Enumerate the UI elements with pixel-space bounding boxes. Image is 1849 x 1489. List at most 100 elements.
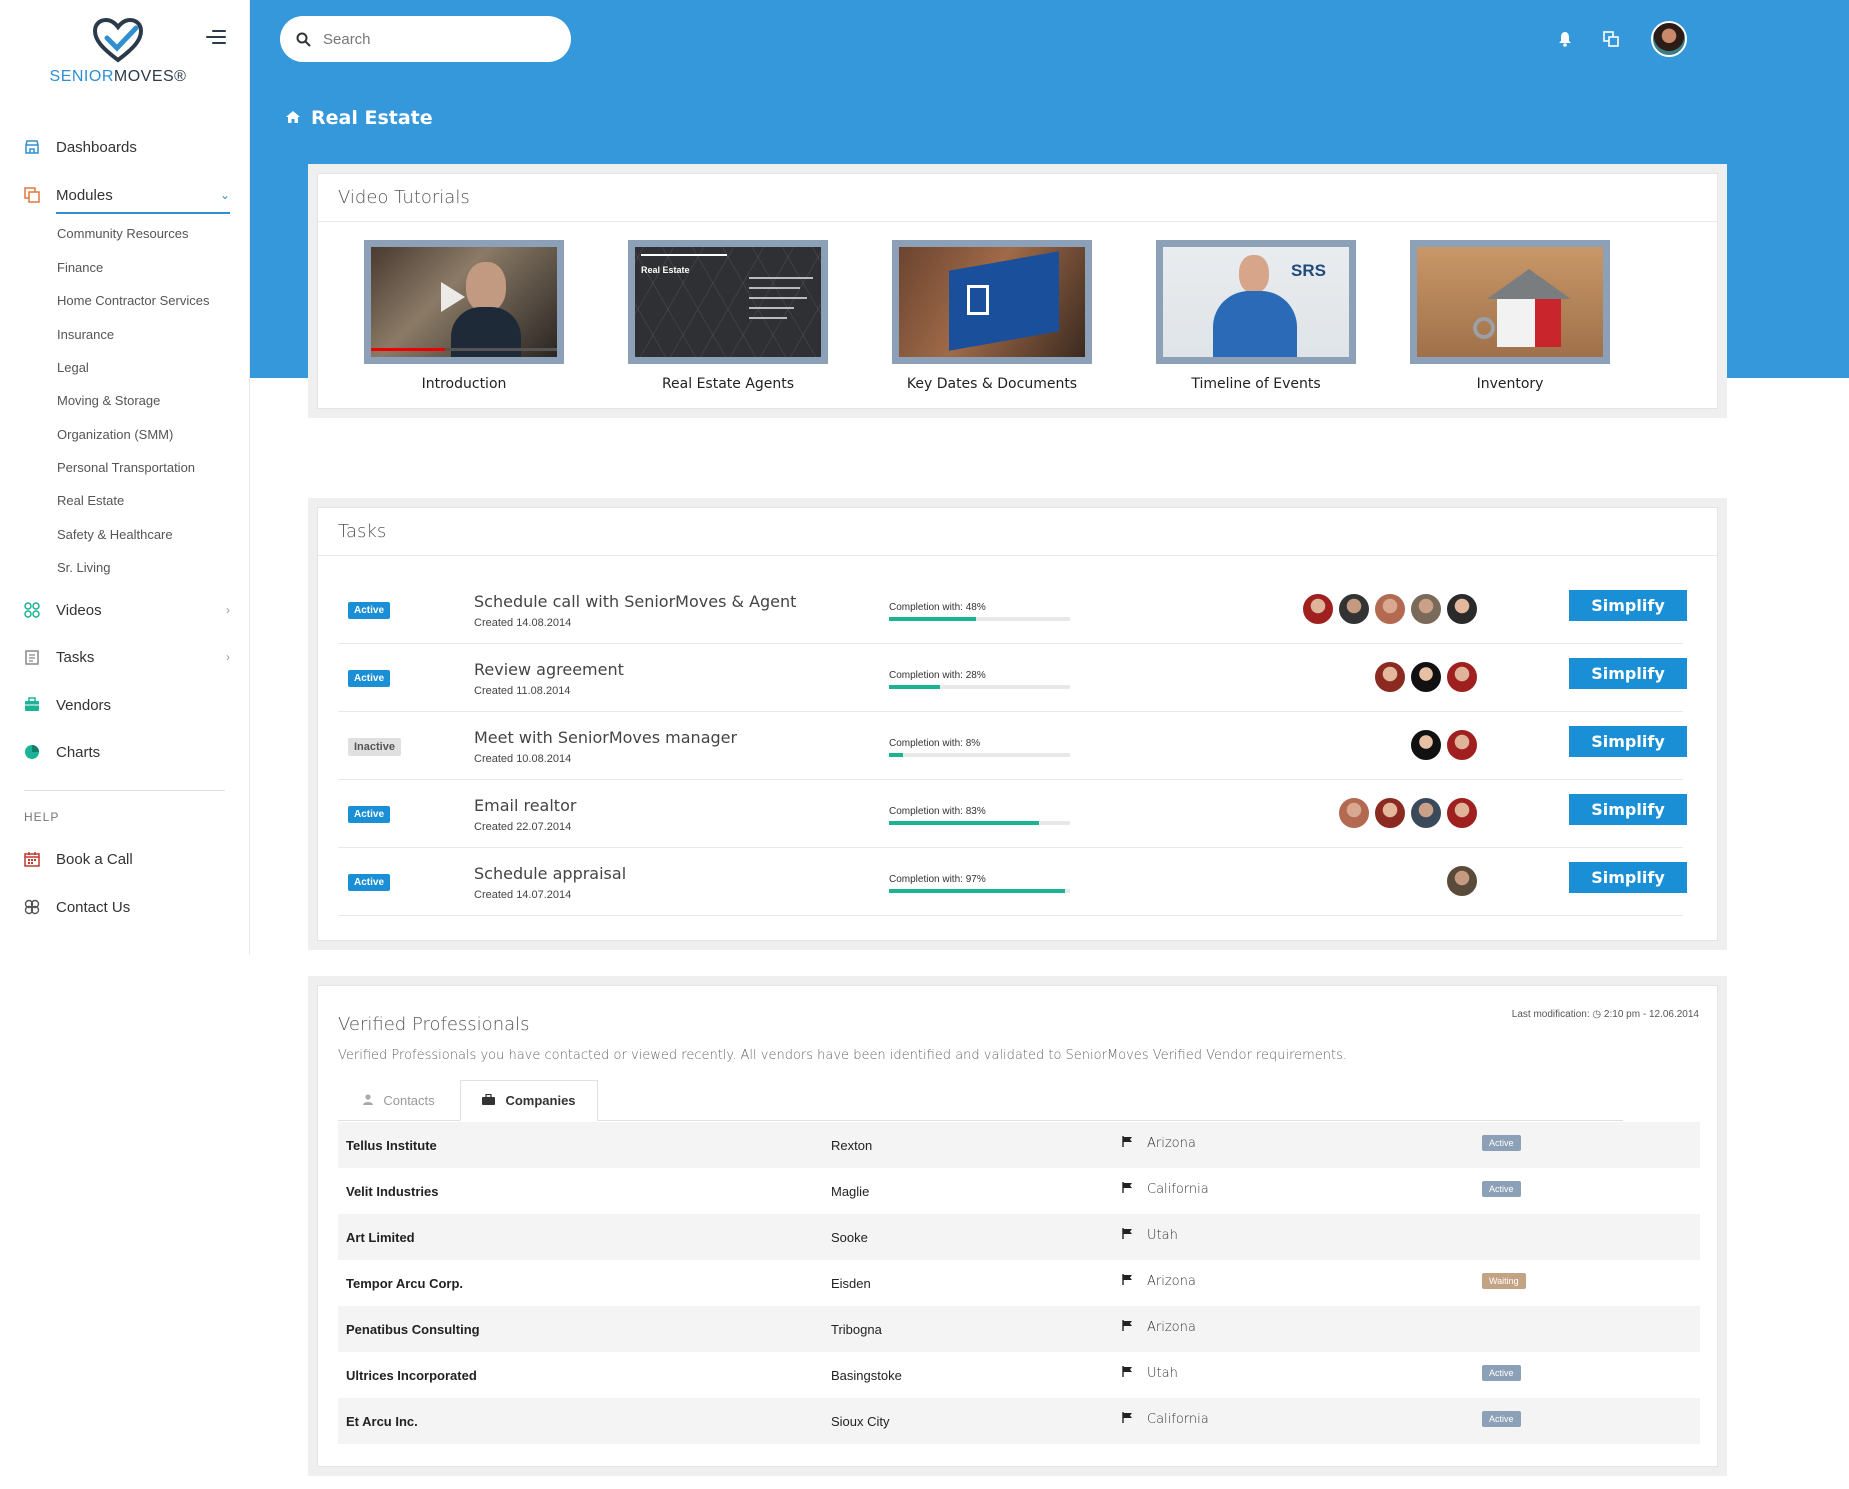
sidebar-item-modules[interactable]: Modules ⌄ [24, 183, 230, 207]
simplify-button[interactable]: Simplify [1569, 862, 1687, 893]
task-created: Created 14.07.2014 [474, 889, 572, 901]
tab-label: Companies [505, 1093, 576, 1108]
submenu-item[interactable]: Home Contractor Services [57, 293, 209, 308]
sidebar-item-dashboards[interactable]: Dashboards [24, 135, 230, 159]
sidebar-item-label: Contact Us [56, 898, 131, 916]
submenu-item[interactable]: Insurance [57, 327, 114, 342]
last-modification: Last modification: ◷ 2:10 pm - 12.06.201… [1511, 1009, 1699, 1020]
briefcase-icon [24, 697, 40, 713]
company-state: Utah [1122, 1366, 1178, 1381]
sidebar-item-contact-us[interactable]: Contact Us [24, 895, 230, 919]
avatar[interactable] [1445, 592, 1479, 626]
tab-contacts[interactable]: Contacts [338, 1080, 460, 1121]
sidebar-item-vendors[interactable]: Vendors [24, 693, 230, 717]
video-thumbnail[interactable]: SRS [1156, 240, 1356, 364]
company-city: Rexton [831, 1138, 873, 1153]
pie-chart-icon [24, 744, 40, 760]
table-row[interactable]: Et Arcu Inc. Sioux City California Activ… [338, 1398, 1700, 1444]
avatar[interactable] [1373, 796, 1407, 830]
avatar[interactable] [1409, 728, 1443, 762]
submenu-item[interactable]: Sr. Living [57, 560, 110, 575]
search-icon [296, 32, 311, 47]
company-name: Et Arcu Inc. [346, 1414, 418, 1429]
sidebar-item-tasks[interactable]: Tasks › [24, 645, 230, 669]
avatar[interactable] [1409, 796, 1443, 830]
avatar[interactable] [1445, 660, 1479, 694]
task-name[interactable]: Review agreement [474, 660, 624, 679]
avatar[interactable] [1373, 660, 1407, 694]
submenu-item[interactable]: Legal [57, 360, 89, 375]
avatar[interactable] [1445, 864, 1479, 898]
table-row[interactable]: Penatibus Consulting Tribogna Arizona [338, 1306, 1700, 1352]
task-name[interactable]: Schedule appraisal [474, 864, 626, 883]
sidebar-item-charts[interactable]: Charts [24, 740, 230, 764]
submenu-item[interactable]: Safety & Healthcare [57, 527, 173, 542]
flag-icon [1122, 1412, 1133, 1427]
video-thumbnail[interactable]: Real Estate [628, 240, 828, 364]
video-card-introduction[interactable]: Introduction [364, 240, 564, 392]
submenu-item[interactable]: Personal Transportation [57, 460, 195, 475]
task-name[interactable]: Email realtor [474, 796, 576, 815]
table-row[interactable]: Tellus Institute Rexton Arizona Active [338, 1122, 1700, 1168]
simplify-button[interactable]: Simplify [1569, 726, 1687, 757]
search-input[interactable] [323, 30, 543, 48]
status-badge: Active [348, 602, 391, 619]
simplify-button[interactable]: Simplify [1569, 590, 1687, 621]
completion-label: Completion with: 83% [889, 806, 986, 817]
table-row[interactable]: Art Limited Sooke Utah [338, 1214, 1700, 1260]
company-state: California [1122, 1412, 1209, 1427]
table-row[interactable]: Ultrices Incorporated Basingstoke Utah A… [338, 1352, 1700, 1398]
assignee-avatars [1299, 592, 1479, 626]
avatar[interactable] [1409, 592, 1443, 626]
sidebar-item-book-a-call[interactable]: Book a Call [24, 847, 230, 871]
task-row: Inactive Meet with SeniorMoves manager C… [338, 712, 1687, 780]
avatar[interactable] [1337, 796, 1371, 830]
video-thumbnail[interactable] [1410, 240, 1610, 364]
verified-professionals-panel: Verified Professionals Last modification… [308, 976, 1727, 1476]
video-thumbnail[interactable] [364, 240, 564, 364]
avatar[interactable] [1445, 796, 1479, 830]
avatar[interactable] [1337, 592, 1371, 626]
tab-label: Contacts [383, 1093, 435, 1108]
submenu-item[interactable]: Moving & Storage [57, 393, 160, 408]
company-name: Penatibus Consulting [346, 1322, 480, 1337]
video-card-key-dates-documents[interactable]: Key Dates & Documents [892, 240, 1092, 392]
chevron-right-icon: › [226, 603, 230, 617]
submenu-item[interactable]: Organization (SMM) [57, 427, 173, 442]
simplify-button[interactable]: Simplify [1569, 658, 1687, 689]
submenu-item[interactable]: Finance [57, 260, 103, 275]
status-badge: Active [348, 806, 391, 823]
menu-toggle-icon[interactable] [206, 30, 226, 46]
avatar[interactable] [1301, 592, 1335, 626]
submenu-item[interactable]: Community Resources [57, 226, 189, 241]
heart-logo-icon [92, 18, 144, 63]
table-row[interactable]: Tempor Arcu Corp. Eisden Arizona Waiting [338, 1260, 1700, 1306]
table-row[interactable]: Velit Industries Maglie California Activ… [338, 1168, 1700, 1214]
task-name[interactable]: Meet with SeniorMoves manager [474, 728, 737, 747]
avatar[interactable] [1373, 592, 1407, 626]
video-thumbnail[interactable] [892, 240, 1092, 364]
status-badge: Active [348, 670, 391, 687]
user-avatar[interactable] [1651, 21, 1687, 57]
bell-icon[interactable] [1556, 30, 1574, 48]
video-card-real-estate-agents[interactable]: Real Estate Real Estate Agents [628, 240, 828, 392]
sidebar-item-videos[interactable]: Videos › [24, 598, 230, 622]
simplify-button[interactable]: Simplify [1569, 794, 1687, 825]
video-card-timeline-of-events[interactable]: SRS Timeline of Events [1156, 240, 1356, 392]
avatar[interactable] [1445, 728, 1479, 762]
completion-bar [889, 889, 1070, 893]
completion-label: Completion with: 28% [889, 670, 986, 681]
task-name[interactable]: Schedule call with SeniorMoves & Agent [474, 592, 796, 611]
company-city: Basingstoke [831, 1368, 902, 1383]
search-box[interactable] [280, 16, 571, 62]
video-card-inventory[interactable]: Inventory [1410, 240, 1610, 392]
avatar[interactable] [1409, 660, 1443, 694]
video-label: Timeline of Events [1191, 376, 1321, 392]
sidebar-item-label: Tasks [56, 648, 95, 666]
tab-companies[interactable]: Companies [460, 1080, 598, 1121]
video-label: Inventory [1476, 376, 1544, 392]
logo[interactable]: SENIORMOVES® [0, 18, 236, 86]
copy-icon[interactable] [1602, 30, 1620, 48]
logo-text: SENIORMOVES® [49, 68, 187, 85]
submenu-item[interactable]: Real Estate [57, 493, 124, 508]
